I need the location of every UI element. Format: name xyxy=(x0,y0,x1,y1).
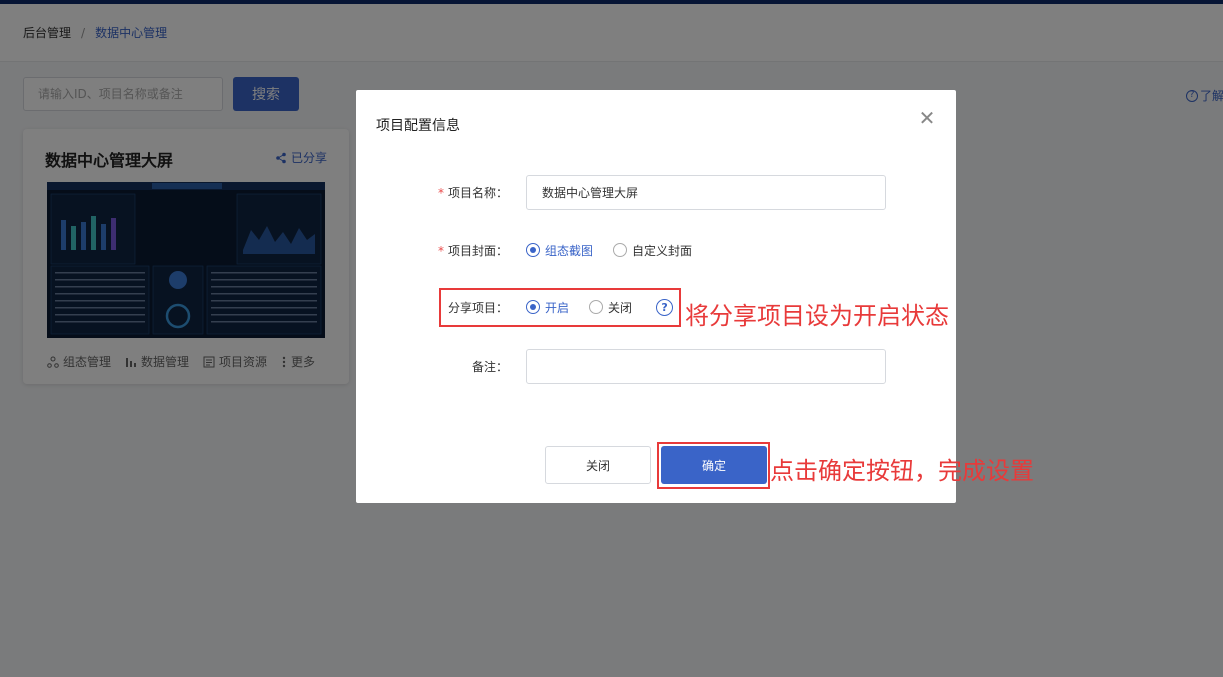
form-row-project-name: * 项目名称： xyxy=(356,174,956,210)
form-row-project-cover: * 项目封面： 组态截图 自定义封面 xyxy=(356,232,956,268)
radio-unchecked-icon xyxy=(613,243,628,257)
remark-input[interactable] xyxy=(526,348,886,384)
project-cover-label: * 项目封面： xyxy=(437,243,508,258)
confirm-highlight-box xyxy=(657,442,770,489)
required-mark: * xyxy=(437,185,444,200)
cover-radio-group: 组态截图 自定义封面 xyxy=(526,242,692,259)
share-instruction-note: 将分享项目设为开启状态 xyxy=(685,302,949,330)
project-name-input[interactable] xyxy=(526,174,886,210)
form-row-remark: 备注： xyxy=(356,348,956,384)
project-name-label: * 项目名称： xyxy=(437,185,508,200)
cover-option-custom[interactable]: 自定义封面 xyxy=(613,242,692,259)
cancel-button[interactable]: 关闭 xyxy=(545,446,651,484)
dialog-title: 项目配置信息 xyxy=(376,118,460,134)
share-highlight-box xyxy=(439,288,681,327)
confirm-instruction-note: 点击确定按钮，完成设置 xyxy=(770,457,1034,485)
remark-label: 备注： xyxy=(471,359,508,374)
required-mark: * xyxy=(437,243,444,258)
close-icon[interactable]: ✕ xyxy=(918,108,936,128)
radio-checked-icon xyxy=(526,243,540,257)
cover-option-screenshot[interactable]: 组态截图 xyxy=(526,242,593,259)
